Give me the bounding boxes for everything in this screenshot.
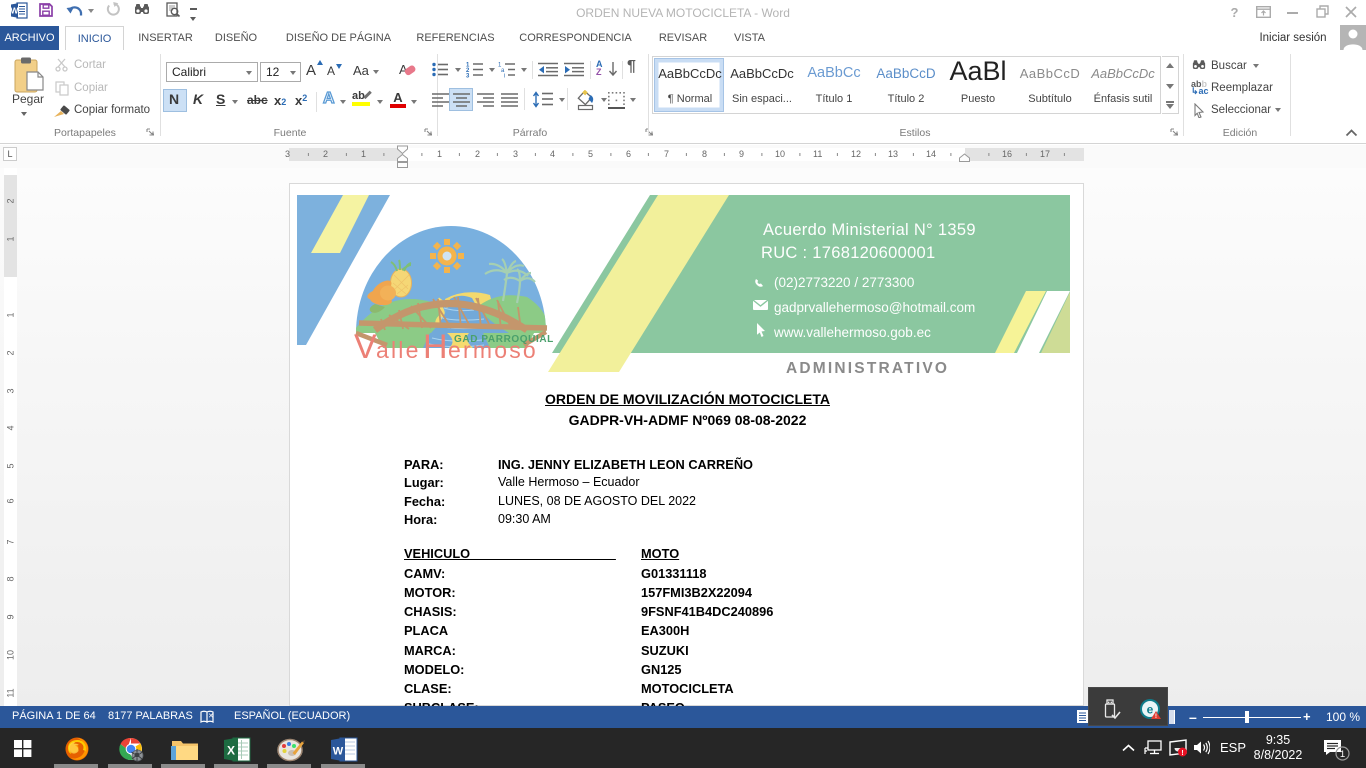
svg-text:www.vallehermoso.gob.ec: www.vallehermoso.gob.ec xyxy=(773,325,931,340)
svg-text:1: 1 xyxy=(1340,749,1345,760)
svg-text:!: ! xyxy=(1155,713,1157,720)
svg-text:✕: ✕ xyxy=(208,713,214,720)
svg-text:H: H xyxy=(423,328,448,366)
svg-text:Acuerdo Ministerial N° 1359: Acuerdo Ministerial N° 1359 xyxy=(763,221,976,239)
svg-text:RUC : 1768120600001: RUC : 1768120600001 xyxy=(761,244,936,262)
svg-text:3: 3 xyxy=(466,74,470,79)
svg-text:X: X xyxy=(227,744,235,758)
svg-text:alle: alle xyxy=(376,337,421,363)
svg-text:W: W xyxy=(11,6,19,16)
svg-text:?: ? xyxy=(1231,6,1239,19)
svg-text:W: W xyxy=(333,746,344,758)
svg-text:ADMINISTRATIVO: ADMINISTRATIVO xyxy=(786,360,949,376)
svg-text:gadprvallehermoso@hotmail.com: gadprvallehermoso@hotmail.com xyxy=(774,300,975,315)
svg-text:i: i xyxy=(504,74,505,79)
svg-text:V: V xyxy=(354,328,377,366)
svg-text:e: e xyxy=(1147,703,1154,717)
svg-text:(02)2773220 / 2773300: (02)2773220 / 2773300 xyxy=(774,275,914,290)
svg-text:!: ! xyxy=(1181,750,1183,757)
svg-text:GAD PARROQUIAL: GAD PARROQUIAL xyxy=(454,334,554,345)
